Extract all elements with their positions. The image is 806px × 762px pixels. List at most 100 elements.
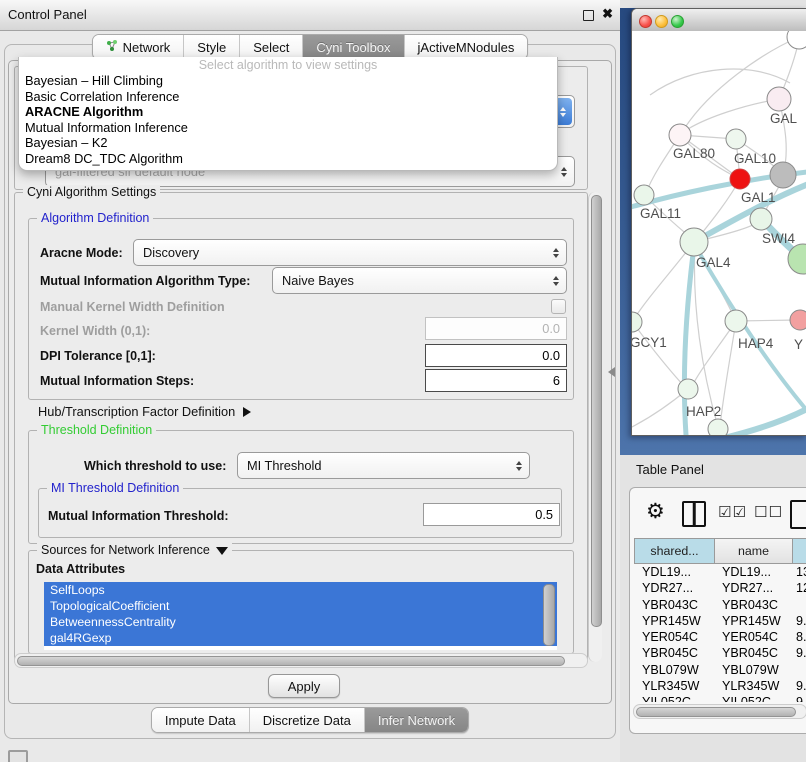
float-window-icon[interactable]: [583, 10, 594, 21]
data-attributes-list[interactable]: SelfLoopsTopologicalCoefficientBetweenne…: [44, 582, 557, 650]
table-header-cell[interactable]: shared...: [635, 539, 715, 563]
apply-button[interactable]: Apply: [268, 674, 340, 698]
mutual-information-threshold-field[interactable]: 0.5: [423, 503, 560, 526]
network-node-gal[interactable]: [767, 87, 791, 111]
network-graph[interactable]: GALGAL80GAL10GAL1GAL11SWI4GAL4GCY1HAP4YH…: [632, 31, 806, 435]
network-node-y[interactable]: [790, 310, 806, 330]
table-row[interactable]: YDR27...YDR27...12: [634, 580, 806, 596]
tab-style[interactable]: Style: [184, 35, 240, 59]
tab-infer-network[interactable]: Infer Network: [365, 708, 468, 732]
tab-jactivemnodules[interactable]: jActiveMNodules: [405, 35, 528, 59]
table-row[interactable]: YLR345WYLR345W9.: [634, 678, 806, 694]
algorithm-option[interactable]: Basic Correlation Inference: [19, 89, 557, 105]
chevron-down-icon[interactable]: [216, 547, 228, 555]
table-horizontal-scrollbar[interactable]: [633, 704, 806, 719]
minimize-traffic-light-icon[interactable]: [655, 15, 668, 28]
table-file-icon[interactable]: [790, 500, 806, 529]
network-node-gcy1[interactable]: [632, 312, 642, 332]
zoom-traffic-light-icon[interactable]: [671, 15, 684, 28]
manual-kernel-width-checkbox[interactable]: [551, 299, 566, 314]
settings-vertical-scrollbar[interactable]: [588, 192, 602, 662]
network-node-swi4[interactable]: [750, 208, 772, 230]
attribute-item[interactable]: TopologicalCoefficient: [44, 598, 557, 614]
mi-algorithm-type-combo[interactable]: Naive Bayes: [272, 267, 567, 294]
close-icon[interactable]: ✖: [602, 6, 613, 22]
network-node-hap2[interactable]: [678, 379, 698, 399]
network-canvas[interactable]: GALGAL80GAL10GAL1GAL11SWI4GAL4GCY1HAP4YH…: [632, 31, 806, 435]
table-row[interactable]: YBL079WYBL079W: [634, 662, 806, 678]
network-window-titlebar[interactable]: [632, 9, 806, 32]
table-header-cell[interactable]: name: [715, 539, 793, 563]
tab-impute-data[interactable]: Impute Data: [152, 708, 250, 732]
close-traffic-light-icon[interactable]: [639, 15, 652, 28]
tab-label: Network: [123, 40, 171, 55]
list-scrollbar-thumb[interactable]: [543, 584, 555, 646]
table-cell: YBL079W: [714, 662, 792, 678]
tab-label: jActiveMNodules: [418, 40, 515, 55]
table-row[interactable]: YBR045CYBR045C9.: [634, 645, 806, 661]
mi-algorithm-type-label: Mutual Information Algorithm Type:: [40, 274, 250, 288]
algorithm-option[interactable]: ARACNE Algorithm: [19, 104, 557, 120]
table-cell: YBR045C: [714, 645, 792, 661]
tab-cyni-toolbox[interactable]: Cyni Toolbox: [303, 35, 404, 59]
table-row[interactable]: YBR043CYBR043C: [634, 597, 806, 613]
mi-steps-field[interactable]: 6: [425, 369, 567, 392]
algorithm-option[interactable]: Mutual Information Inference: [19, 120, 557, 136]
attribute-item[interactable]: BetweennessCentrality: [44, 614, 557, 630]
settings-horizontal-scrollbar[interactable]: [14, 653, 588, 668]
hub-definition-toggle[interactable]: Hub/Transcription Factor Definition: [38, 404, 251, 419]
network-node[interactable]: [787, 31, 806, 49]
panel-collapse-icon[interactable]: [608, 367, 615, 377]
network-node-hap4[interactable]: [725, 310, 747, 332]
table-row[interactable]: YDL19...YDL19...13: [634, 564, 806, 580]
table-cell: YBR043C: [634, 597, 714, 613]
network-node-gal4[interactable]: [680, 228, 708, 256]
checked-checkboxes-icon[interactable]: ☑☑: [718, 503, 747, 521]
settings-horizontal-scrollbar-thumb[interactable]: [17, 656, 565, 666]
algorithm-option[interactable]: Dream8 DC_TDC Algorithm: [19, 151, 557, 167]
network-node-label: HAP4: [738, 336, 774, 351]
minimized-panel-icon[interactable]: [8, 750, 28, 762]
network-node-gal11[interactable]: [634, 185, 654, 205]
network-node[interactable]: [708, 419, 728, 435]
aracne-mode-combo[interactable]: Discovery: [133, 239, 567, 266]
attribute-item[interactable]: SelfLoops: [44, 582, 557, 598]
algorithm-dropdown-popup: Select algorithm to view settings Bayesi…: [18, 57, 558, 171]
table-header: shared...nameA: [634, 538, 806, 564]
split-columns-icon[interactable]: [682, 501, 706, 527]
combo-stepper-icon[interactable]: [548, 270, 564, 291]
tab-select[interactable]: Select: [240, 35, 303, 59]
table-row[interactable]: YPR145WYPR145W9.: [634, 613, 806, 629]
which-threshold-combo[interactable]: MI Threshold: [237, 452, 530, 479]
table-header-cell[interactable]: A: [793, 539, 806, 563]
table-cell: 8.: [792, 629, 806, 645]
bottom-tabbar: Impute DataDiscretize DataInfer Network: [0, 707, 620, 733]
attribute-item[interactable]: gal4RGexp: [44, 630, 557, 646]
network-node-label: HAP2: [686, 404, 721, 419]
network-node-gal10[interactable]: [726, 129, 746, 149]
table-cell: YBR043C: [714, 597, 792, 613]
table-cell: 9: [792, 694, 806, 702]
combo-stepper-icon[interactable]: [511, 455, 527, 476]
algorithm-option[interactable]: Bayesian – Hill Climbing: [19, 73, 557, 89]
network-window[interactable]: GALGAL80GAL10GAL1GAL11SWI4GAL4GCY1HAP4YH…: [631, 8, 806, 436]
tab-discretize-data[interactable]: Discretize Data: [250, 708, 365, 732]
chevron-right-icon: [243, 407, 251, 417]
gear-icon[interactable]: ⚙: [646, 501, 665, 522]
table-cell: YDL19...: [634, 564, 714, 580]
tab-network[interactable]: Network: [93, 35, 185, 59]
table-horizontal-scrollbar-thumb[interactable]: [636, 707, 796, 717]
node-table: shared...nameA YDL19...YDL19...13YDR27..…: [634, 538, 806, 702]
network-edge: [694, 245, 718, 427]
unchecked-checkboxes-icon[interactable]: ☐☐: [754, 503, 783, 521]
table-row[interactable]: YER054CYER054C8.: [634, 629, 806, 645]
network-node-gal1[interactable]: [730, 169, 750, 189]
kernel-width-field[interactable]: 0.0: [425, 317, 567, 340]
settings-vertical-scrollbar-thumb[interactable]: [591, 195, 602, 627]
dpi-tolerance-field[interactable]: 0.0: [425, 344, 567, 367]
combo-stepper-icon[interactable]: [556, 159, 572, 184]
combo-stepper-icon[interactable]: [548, 242, 564, 263]
network-node-gal80[interactable]: [669, 124, 691, 146]
algorithm-option[interactable]: Bayesian – K2: [19, 135, 557, 151]
table-row[interactable]: YIL052CYIL052C9: [634, 694, 806, 702]
